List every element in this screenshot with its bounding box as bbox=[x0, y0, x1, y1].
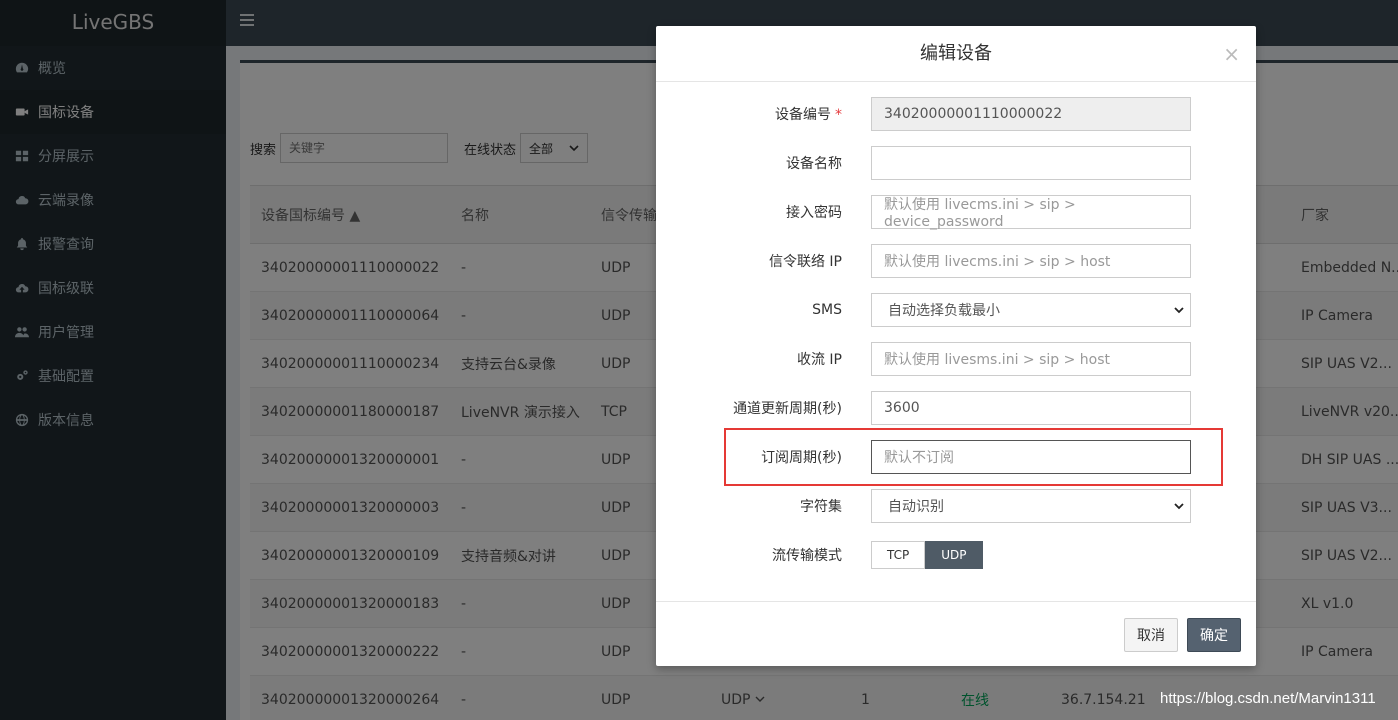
stream-udp-button[interactable]: UDP bbox=[925, 541, 983, 569]
channel-period-label: 通道更新周期(秒) bbox=[733, 401, 842, 417]
close-icon[interactable]: × bbox=[1223, 26, 1240, 82]
annotation-highlight-box bbox=[724, 428, 1223, 486]
recv-ip-input[interactable]: 默认使用 livesms.ini > sip > host bbox=[871, 342, 1191, 376]
modal-title: 编辑设备 bbox=[920, 43, 992, 64]
signal-ip-input[interactable]: 默认使用 livecms.ini > sip > host bbox=[871, 244, 1191, 278]
row-channel-period: 通道更新周期(秒) 3600 bbox=[656, 391, 1256, 425]
chevron-down-icon bbox=[1174, 307, 1184, 314]
row-password: 接入密码 默认使用 livecms.ini > sip > device_pas… bbox=[656, 195, 1256, 230]
stream-mode-label: 流传输模式 bbox=[772, 548, 842, 564]
row-stream-mode: 流传输模式 TCP UDP bbox=[656, 538, 1256, 572]
row-device-name: 设备名称 bbox=[656, 146, 1256, 180]
stream-mode-toggle: TCP UDP bbox=[871, 541, 983, 569]
channel-period-input[interactable]: 3600 bbox=[871, 391, 1191, 425]
row-device-id: 设备编号 * 34020000001110000022 bbox=[656, 97, 1256, 131]
row-signal-ip: 信令联络 IP 默认使用 livecms.ini > sip > host bbox=[656, 244, 1256, 278]
row-charset: 字符集 自动识别 bbox=[656, 489, 1256, 523]
sms-select[interactable]: 自动选择负载最小 bbox=[871, 293, 1191, 327]
device-name-input[interactable] bbox=[871, 146, 1191, 180]
device-id-label: 设备编号 * bbox=[656, 104, 856, 124]
sms-select-value: 自动选择负载最小 bbox=[888, 303, 1000, 319]
signal-ip-label: 信令联络 IP bbox=[768, 254, 842, 270]
device-name-label: 设备名称 bbox=[786, 156, 842, 172]
edit-device-modal: 编辑设备 × 设备编号 * 34020000001110000022 设备名称 接… bbox=[656, 26, 1256, 666]
row-sms: SMS 自动选择负载最小 bbox=[656, 293, 1256, 327]
modal-footer: 取消 确定 bbox=[656, 601, 1256, 666]
charset-select[interactable]: 自动识别 bbox=[871, 489, 1191, 523]
password-label: 接入密码 bbox=[786, 205, 842, 221]
device-id-input[interactable]: 34020000001110000022 bbox=[871, 97, 1191, 131]
recv-ip-label: 收流 IP bbox=[796, 352, 842, 368]
label-text: 设备编号 bbox=[775, 107, 831, 123]
stream-tcp-button[interactable]: TCP bbox=[871, 541, 926, 569]
modal-header: 编辑设备 × bbox=[656, 26, 1256, 82]
confirm-button[interactable]: 确定 bbox=[1187, 618, 1241, 652]
row-recv-ip: 收流 IP 默认使用 livesms.ini > sip > host bbox=[656, 342, 1256, 376]
chevron-down-icon bbox=[1174, 503, 1184, 510]
cancel-button[interactable]: 取消 bbox=[1124, 618, 1178, 652]
charset-select-value: 自动识别 bbox=[888, 499, 944, 515]
required-mark: * bbox=[835, 107, 842, 123]
password-input[interactable]: 默认使用 livecms.ini > sip > device_password bbox=[871, 195, 1191, 230]
sms-label: SMS bbox=[812, 302, 842, 318]
charset-label: 字符集 bbox=[800, 499, 842, 515]
watermark-text: https://blog.csdn.net/Marvin1311 bbox=[1160, 690, 1376, 707]
